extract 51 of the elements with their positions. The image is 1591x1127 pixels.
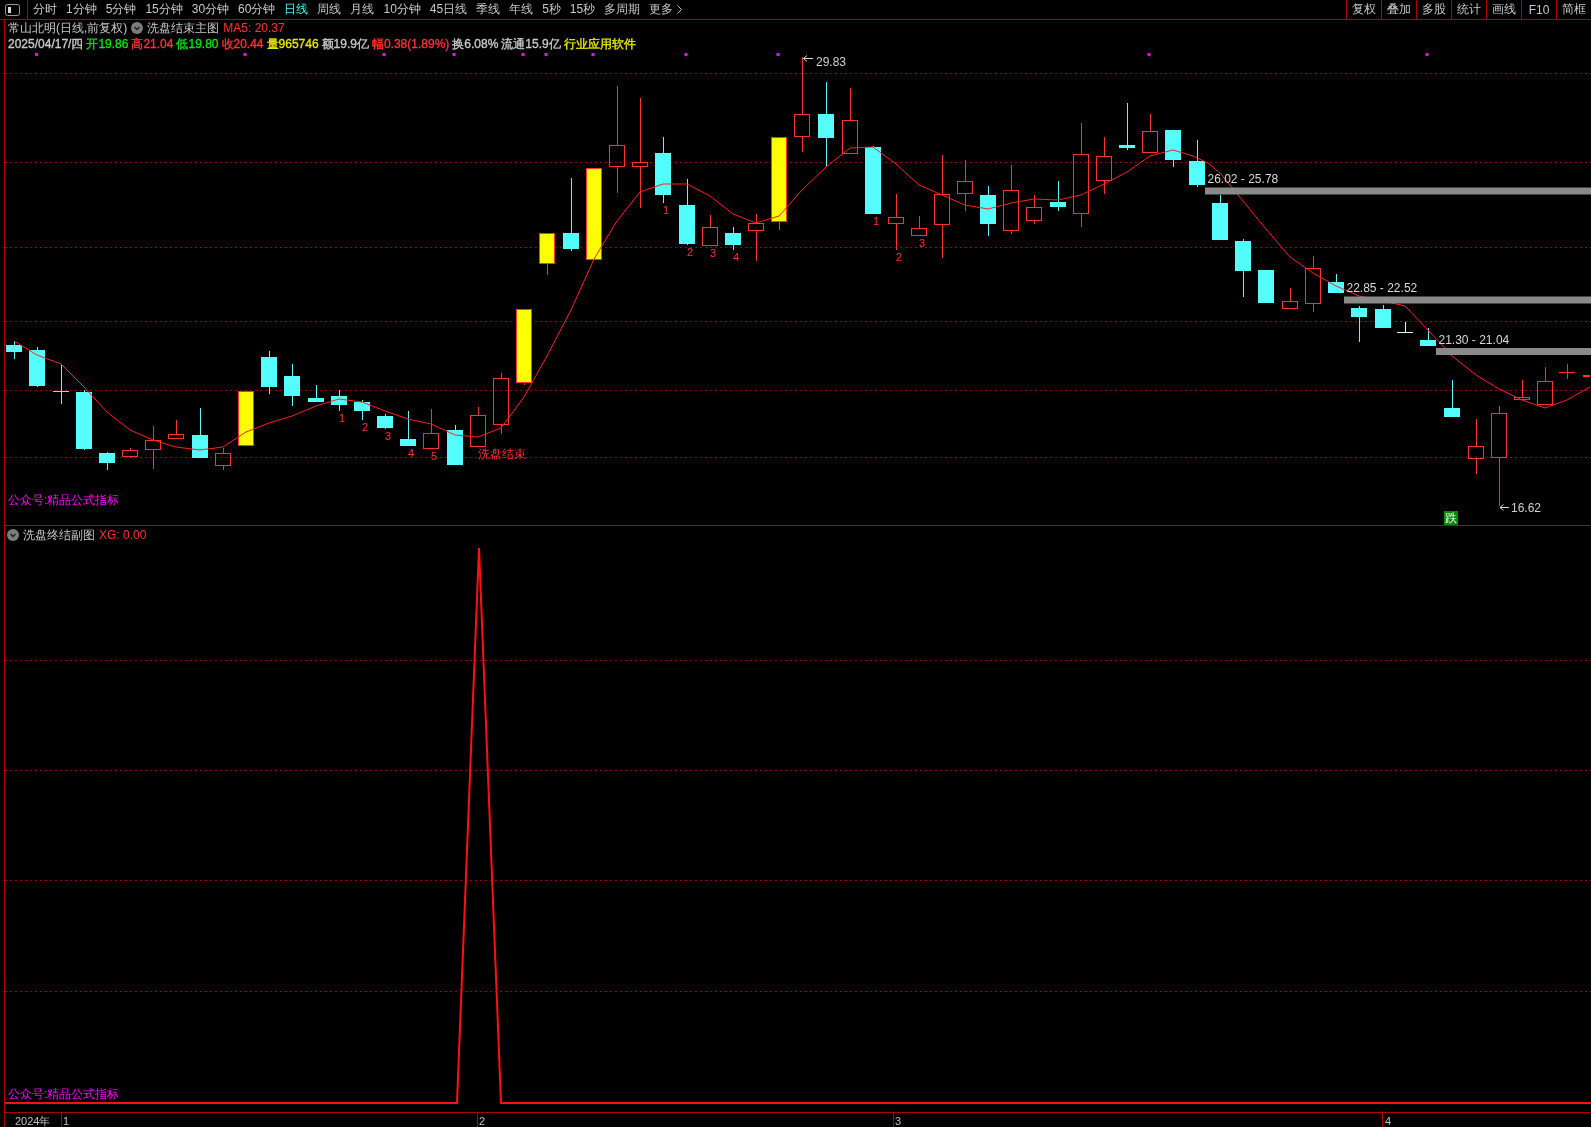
period-tab[interactable]: 年线 <box>509 0 534 19</box>
quote-item: 开19.86 <box>86 35 129 53</box>
toolbar-button[interactable]: 复权 <box>1346 0 1381 19</box>
period-tab[interactable]: 日线 <box>284 0 309 19</box>
toolbar-button[interactable]: 画线 <box>1486 0 1521 19</box>
dropdown-icon[interactable] <box>7 529 19 541</box>
period-tab[interactable]: 分时 <box>33 0 57 19</box>
quote-item: 低19.80 <box>176 35 219 53</box>
axis-label: 2024年 <box>15 1114 51 1127</box>
period-tab[interactable]: 1分钟 <box>66 0 97 19</box>
axis-label: 1 <box>63 1114 70 1127</box>
footer-note: 公众号:精品公式指标 <box>8 1087 120 1101</box>
toolbar-button[interactable]: F10 <box>1521 0 1556 19</box>
period-tab[interactable]: 月线 <box>350 0 375 19</box>
axis-label: 2 <box>479 1114 486 1127</box>
chevron-right-icon <box>677 5 683 14</box>
period-tab[interactable]: 周线 <box>317 0 342 19</box>
period-tab[interactable]: 45日线 <box>429 0 468 19</box>
quote-item: 高21.04 <box>131 35 174 53</box>
indicator-name: 洗盘结束主图 <box>147 19 220 37</box>
quote-item: 量965746 <box>266 35 319 53</box>
indicator-name: 洗盘终结副图 <box>23 526 95 544</box>
fall-signal-label: 跌 <box>1444 511 1458 525</box>
period-tab[interactable]: 5分钟 <box>105 0 137 19</box>
quote-item: 换6.08% <box>452 35 499 53</box>
quote-item: 幅0.38(1.89%) <box>371 35 450 53</box>
toolbar-button[interactable]: 统计 <box>1451 0 1486 19</box>
panel-icon <box>5 3 20 16</box>
dropdown-icon[interactable] <box>131 22 144 34</box>
period-tab[interactable]: 15秒 <box>569 0 596 19</box>
period-tab[interactable]: 60分钟 <box>238 0 276 19</box>
quote-item: 2025/04/17/四 <box>8 35 84 53</box>
more-button[interactable]: 更多 <box>649 0 683 19</box>
period-tab[interactable]: 15分钟 <box>145 0 183 19</box>
axis-label: 4 <box>1385 1114 1392 1127</box>
quote-item: 收20.44 <box>221 35 264 53</box>
period-tab[interactable]: 季线 <box>476 0 501 19</box>
quote-item: 行业应用软件 <box>563 35 636 53</box>
stock-title: 常山北明(日线,前复权) <box>8 19 128 37</box>
indicator-reading: XG: 0.00 <box>99 528 147 542</box>
toolbar-button[interactable]: 多股 <box>1416 0 1451 19</box>
period-tab[interactable]: 5秒 <box>542 0 561 19</box>
ma-reading: MA5: 20.37 <box>223 21 285 35</box>
quote-item: 流通15.9亿 <box>501 35 561 53</box>
quote-item: 额19.9亿 <box>321 35 369 53</box>
period-tab[interactable]: 30分钟 <box>191 0 230 19</box>
axis-label: 3 <box>895 1114 902 1127</box>
toolbar-button[interactable]: 叠加 <box>1381 0 1416 19</box>
period-tab[interactable]: 多周期 <box>604 0 641 19</box>
toolbar-button[interactable]: 简框 <box>1556 0 1591 19</box>
period-tab[interactable]: 10分钟 <box>383 0 421 19</box>
